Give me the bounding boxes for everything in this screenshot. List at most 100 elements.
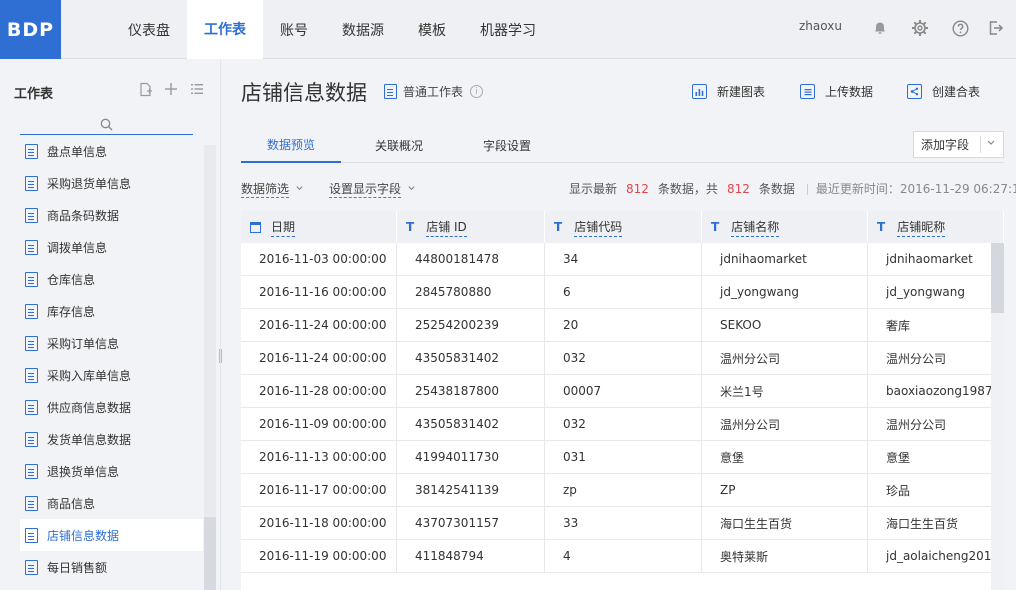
document-icon [25,495,38,511]
sidebar-item[interactable]: 供应商信息数据 [20,391,203,423]
sidebar-scrollbar-thumb[interactable] [204,517,216,590]
nav-machine-learning[interactable]: 机器学习 [463,0,553,59]
sidebar-item[interactable]: 商品条码数据 [20,199,203,231]
document-icon [25,527,38,543]
bell-icon[interactable] [870,18,890,38]
nav-template[interactable]: 模板 [401,0,463,59]
sidebar-item-label: 退换货单信息 [47,464,120,479]
tab-relations[interactable]: 关联概况 [349,127,449,163]
table-scrollbar-thumb[interactable] [991,243,1004,313]
column-header-store-id[interactable]: T 店铺 ID [397,211,545,243]
sidebar-item[interactable]: 仓库信息 [20,263,203,295]
text-type-icon: T [406,220,415,234]
sidebar-item-label: 采购订单信息 [47,336,120,351]
sidebar-item[interactable]: 每日销售额 [20,551,203,583]
calendar-icon [250,221,261,233]
nav-dashboard[interactable]: 仪表盘 [111,0,187,59]
table-row[interactable]: 2016-11-09 00:00:00 43505831402 032 温州分公司 温州… [241,408,1004,441]
document-icon [25,143,38,159]
list-icon[interactable] [189,81,205,97]
column-header-store-name[interactable]: T 店铺名称 [702,211,868,243]
sheet-type: 普通工作表 i [384,83,484,100]
table-cell: 4 [545,540,702,572]
sidebar-item-active[interactable]: 店铺信息数据 [20,519,203,551]
username[interactable]: zhaoxu [799,19,842,33]
sidebar-item[interactable]: 盘点单信息 [20,135,203,167]
sidebar-item[interactable]: 采购退货单信息 [20,167,203,199]
table-cell: 25438187800 [397,375,545,407]
nav-account[interactable]: 账号 [263,0,325,59]
table-row[interactable]: 2016-11-19 00:00:00 411848794 4 奥特莱斯 jd_aola… [241,540,1004,573]
column-header-store-code[interactable]: T 店铺代码 [545,211,702,243]
table-body: 2016-11-03 00:00:00 44800181478 34 jdnihaom… [241,243,1004,573]
sidebar-item[interactable]: 调拨单信息 [20,231,203,263]
logo[interactable]: BDP [0,0,61,59]
sidebar-item-label: 采购退货单信息 [47,176,132,191]
table-cell: ZP [702,474,868,506]
table-cell: 2016-11-18 00:00:00 [241,507,397,539]
table-row[interactable]: 2016-11-17 00:00:00 38142541139 zp ZP 珍品 [241,474,1004,507]
divider [980,136,981,153]
table-cell: jd_yongwang [868,276,1004,308]
table-cell: 032 [545,408,702,440]
new-file-icon[interactable] [137,81,153,97]
sidebar-item[interactable]: 库存信息 [20,295,203,327]
sidebar-item[interactable]: 采购订单信息 [20,327,203,359]
add-icon[interactable] [163,81,179,97]
bar-chart-icon [692,84,707,99]
table-cell: 34 [545,243,702,275]
info-icon[interactable]: i [470,85,484,98]
logout-icon[interactable] [986,18,1006,38]
chevron-down-icon[interactable] [986,137,996,150]
table-cell: 43505831402 [397,408,545,440]
display-fields-dropdown[interactable]: 设置显示字段 [329,180,416,198]
table-row[interactable]: 2016-11-18 00:00:00 43707301157 33 海口生生百货 海口… [241,507,1004,540]
tab-data-preview[interactable]: 数据预览 [241,127,341,163]
sidebar-item[interactable]: 采购入库单信息 [20,359,203,391]
data-filter-label: 数据筛选 [241,182,290,198]
table-cell: jd_aolaicheng2013 [868,540,1004,572]
create-merge-button[interactable]: 创建合表 [907,83,980,100]
worksheet-list: 盘点单信息 采购退货单信息 商品条码数据 调拨单信息 仓库信息 库存信息 采购订… [20,135,203,590]
document-icon [25,239,38,255]
table-row[interactable]: 2016-11-24 00:00:00 43505831402 032 温州分公司 温州… [241,342,1004,375]
sheet-type-label: 普通工作表 [403,85,464,99]
add-field-button[interactable]: 添加字段 [913,131,1004,158]
table-row[interactable]: 2016-11-03 00:00:00 44800181478 34 jdnihaom… [241,243,1004,276]
table-cell: zp [545,474,702,506]
column-header-date[interactable]: 日期 [241,211,397,243]
search-icon [100,118,113,131]
table-row[interactable]: 2016-11-16 00:00:00 2845780880 6 jd_yongwan… [241,276,1004,309]
table-cell: 珍品 [868,474,1004,506]
sidebar-tools [137,81,205,97]
table-cell: jd_yongwang [702,276,868,308]
table-cell: 2016-11-03 00:00:00 [241,243,397,275]
table-cell: 33 [545,507,702,539]
data-filter-dropdown[interactable]: 数据筛选 [241,180,304,198]
table-cell: 2016-11-19 00:00:00 [241,540,397,572]
table-row[interactable]: 2016-11-28 00:00:00 25438187800 00007 米兰1号 b… [241,375,1004,408]
sidebar-search-input[interactable] [20,115,193,135]
nav-datasource[interactable]: 数据源 [325,0,401,59]
new-chart-button[interactable]: 新建图表 [692,83,765,100]
nav-worksheet[interactable]: 工作表 [187,0,263,59]
column-header-store-nickname[interactable]: T 店铺昵称 [868,211,1004,243]
table-cell: 2016-11-24 00:00:00 [241,342,397,374]
column-header-label: 店铺名称 [731,218,780,237]
sidebar-item[interactable]: 商品信息 [20,487,203,519]
table-cell: 海口生生百货 [702,507,868,539]
table-row[interactable]: 2016-11-13 00:00:00 41994011730 031 意堡 意堡 [241,441,1004,474]
sidebar-item[interactable]: 发货单信息数据 [20,423,203,455]
help-icon[interactable] [950,18,970,38]
gear-icon[interactable] [910,18,930,38]
upload-data-button[interactable]: 上传数据 [800,83,873,100]
sidebar-item-label: 库存信息 [47,304,96,319]
tab-field-settings[interactable]: 字段设置 [457,127,557,163]
column-header-label: 店铺 ID [426,218,467,237]
create-merge-label: 创建合表 [932,85,981,99]
document-icon [384,84,397,99]
table-row[interactable]: 2016-11-24 00:00:00 25254200239 20 SEKOO 奢库 [241,309,1004,342]
sidebar-item[interactable]: 退换货单信息 [20,455,203,487]
stats-suffix: 条数据 [758,182,795,196]
stats-total-count: 812 [726,182,750,196]
